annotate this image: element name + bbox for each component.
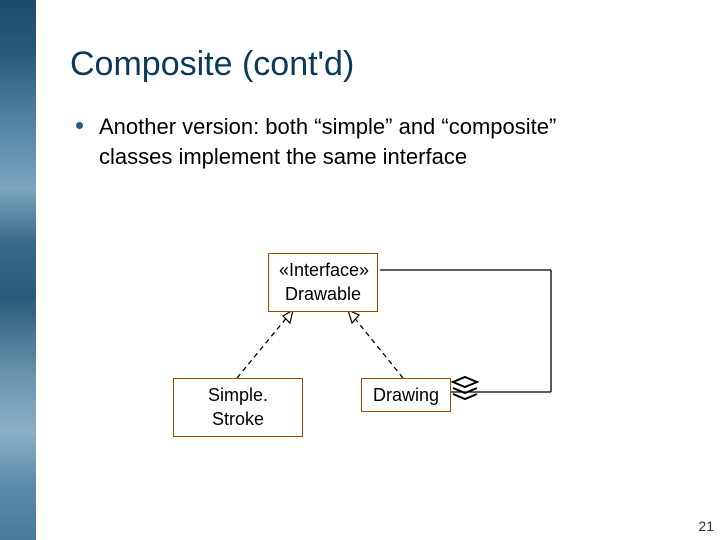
slide-content: Composite (cont'd) Another version: both…: [70, 45, 690, 171]
bullet-dot-icon: [76, 122, 83, 129]
composite-class-box: Drawing: [361, 378, 451, 412]
interface-stereotype: «Interface»: [279, 258, 367, 282]
slide-title: Composite (cont'd): [70, 45, 690, 84]
interface-box: «Interface» Drawable: [268, 253, 378, 312]
sidebar-decorative-stripe: [0, 0, 36, 540]
simple-class-label: Simple. Stroke: [208, 385, 268, 429]
page-number: 21: [698, 518, 714, 534]
composite-class-label: Drawing: [373, 385, 439, 405]
bullet-text: Another version: both “simple” and “comp…: [99, 112, 559, 171]
simple-class-box: Simple. Stroke: [173, 378, 303, 437]
interface-name: Drawable: [279, 282, 367, 306]
uml-diagram: «Interface» Drawable Simple. Stroke Draw…: [155, 230, 575, 440]
stack-icon: [451, 375, 479, 405]
bullet-item: Another version: both “simple” and “comp…: [76, 112, 690, 171]
